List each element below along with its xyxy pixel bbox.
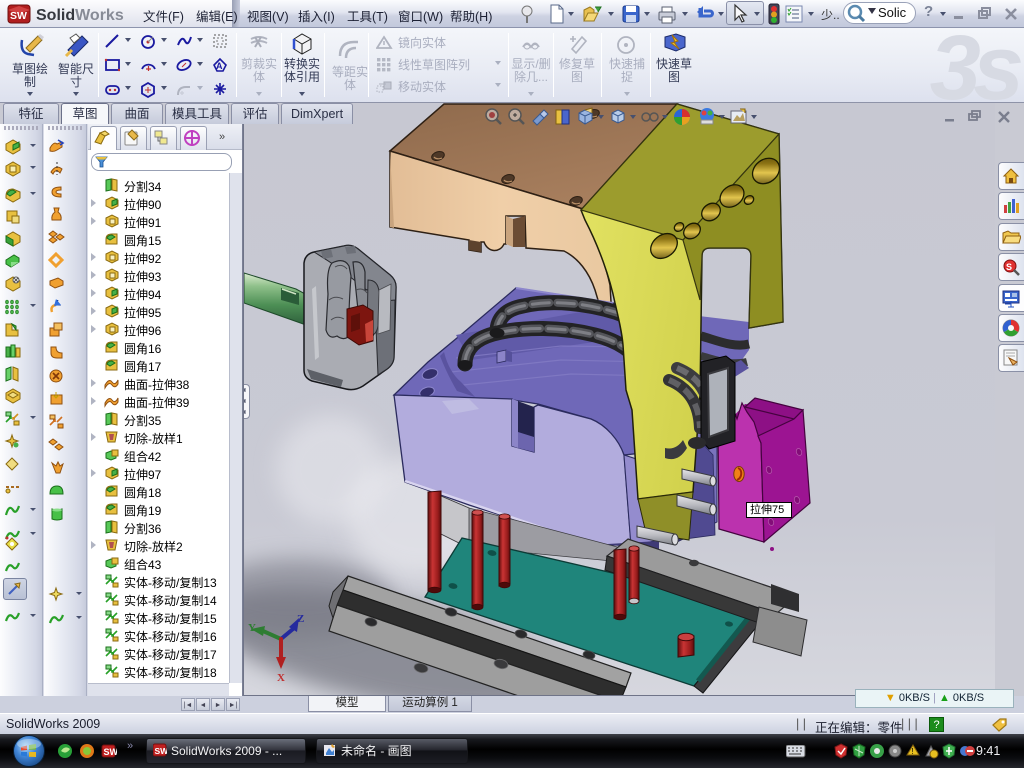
svg-text:Y: Y	[248, 622, 256, 634]
svg-text:SW: SW	[10, 10, 27, 22]
svg-text:A: A	[216, 61, 223, 71]
svg-text:SW: SW	[104, 747, 118, 757]
svg-text:Z: Z	[297, 613, 304, 625]
svg-text:SolidWorks: SolidWorks	[36, 7, 124, 24]
svg-text:S: S	[1006, 262, 1012, 272]
svg-text:X: X	[277, 672, 285, 684]
svg-text:!: !	[912, 747, 914, 756]
svg-text:SW: SW	[155, 746, 168, 756]
